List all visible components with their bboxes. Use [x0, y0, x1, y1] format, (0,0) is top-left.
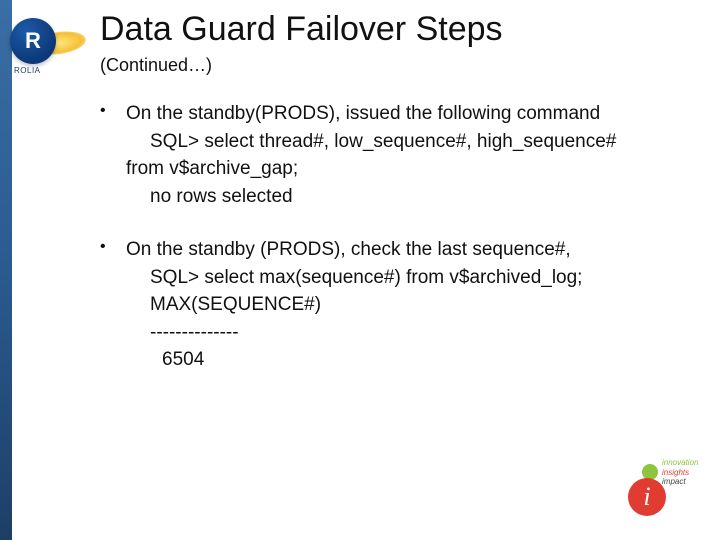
logo-words: innovation insights impact [662, 458, 698, 487]
bullet-list: •On the standby(PRODS), issued the follo… [100, 100, 700, 374]
code-line: SQL> select max(sequence#) from v$archiv… [126, 264, 700, 292]
code-line: from v$archive_gap; [126, 155, 700, 183]
logo-word-2: insights [662, 468, 698, 478]
bullet-lead: On the standby (PRODS), check the last s… [126, 236, 700, 264]
code-line: SQL> select thread#, low_sequence#, high… [126, 128, 700, 156]
side-stripe [0, 0, 12, 540]
bottom-right-logo: i innovation insights impact [628, 456, 698, 526]
slide-content: Data Guard Failover Steps (Continued…) •… [100, 10, 700, 400]
slide-title: Data Guard Failover Steps [100, 10, 700, 49]
bullet-marker-icon: • [100, 100, 126, 210]
code-line: 6504 [126, 346, 700, 374]
logo-word-1: innovation [662, 458, 698, 468]
top-left-logo: R ROLIA [10, 18, 82, 66]
bullet-body: On the standby (PRODS), check the last s… [126, 236, 700, 374]
bullet-marker-icon: • [100, 236, 126, 374]
bullet-lead: On the standby(PRODS), issued the follow… [126, 100, 700, 128]
bullet-item: •On the standby(PRODS), issued the follo… [100, 100, 700, 210]
bullet-body: On the standby(PRODS), issued the follow… [126, 100, 700, 210]
logo-word-3: impact [662, 477, 698, 487]
code-line: -------------- [126, 319, 700, 347]
logo-label: ROLIA [14, 66, 41, 75]
i-bubble-icon: i [628, 478, 666, 516]
logo-circle-icon: R [10, 18, 56, 64]
slide-subtitle: (Continued…) [100, 55, 700, 76]
bullet-item: •On the standby (PRODS), check the last … [100, 236, 700, 374]
code-line: no rows selected [126, 183, 700, 211]
code-line: MAX(SEQUENCE#) [126, 291, 700, 319]
